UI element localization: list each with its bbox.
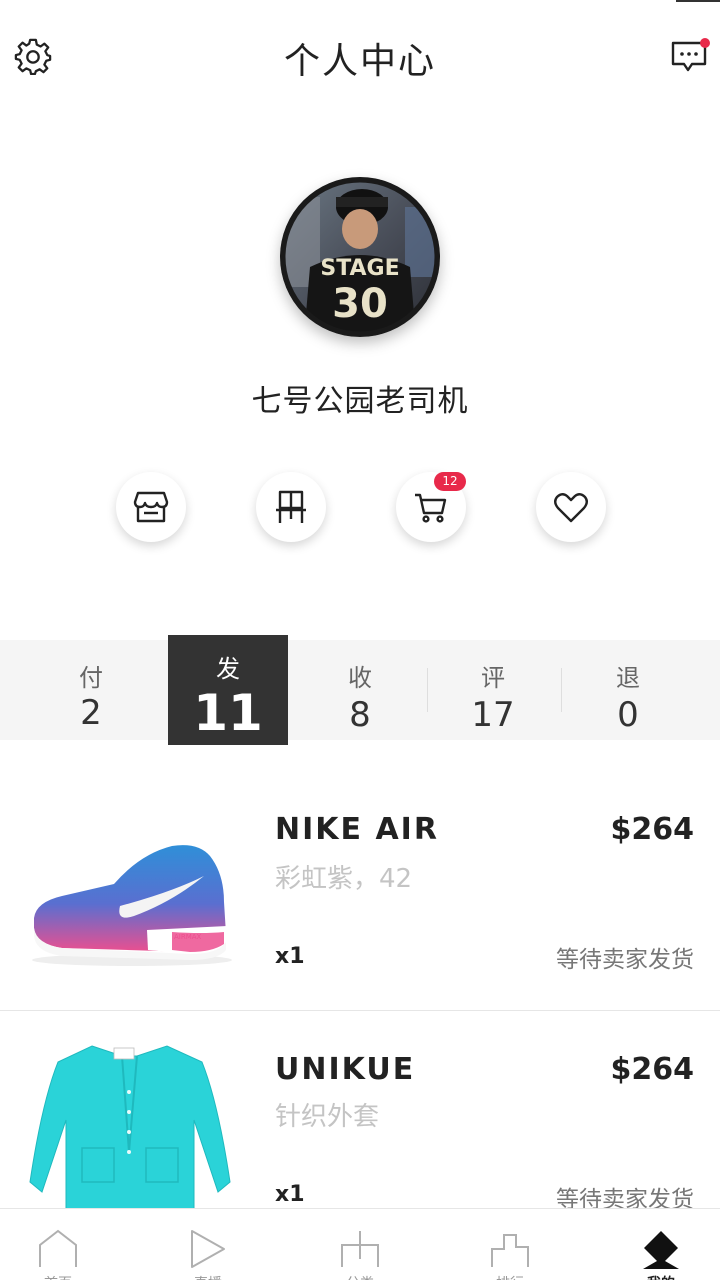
bottom-tab-bar: 首页 直播 分类 排行 我的 bbox=[0, 1208, 720, 1280]
tab-mine[interactable]: 我的 bbox=[611, 1209, 711, 1280]
tab-label: 付 bbox=[79, 664, 103, 692]
username: 七号公园老司机 bbox=[251, 384, 469, 419]
tab-label: 发 bbox=[216, 655, 240, 683]
heart-icon bbox=[554, 493, 588, 523]
tab-to-pay[interactable]: 付 2 bbox=[24, 640, 158, 740]
order-status-tabs: 付 2 收 8 评 17 退 0 bbox=[0, 640, 720, 740]
play-icon bbox=[191, 1230, 225, 1268]
tab-live[interactable]: 直播 bbox=[158, 1209, 258, 1280]
tab-home[interactable]: 首页 bbox=[8, 1209, 108, 1280]
category-icon bbox=[341, 1231, 379, 1267]
order-divider bbox=[0, 1010, 720, 1011]
page-title: 个人中心 bbox=[283, 41, 436, 82]
tab-label: 收 bbox=[348, 664, 372, 692]
tab-label: 排行 bbox=[460, 1273, 560, 1280]
store-icon bbox=[133, 491, 169, 523]
tab-label: 评 bbox=[481, 664, 505, 692]
tab-label: 首页 bbox=[8, 1273, 108, 1280]
tab-label: 分类 bbox=[310, 1273, 410, 1280]
avatar[interactable]: STAGE 30 bbox=[280, 177, 440, 337]
product-brand: NIKE AIR bbox=[275, 812, 439, 847]
profile-diamond-icon bbox=[643, 1231, 679, 1269]
avatar-image: STAGE 30 bbox=[280, 177, 440, 337]
tab-label: 我的 bbox=[611, 1273, 711, 1280]
product-quantity: x1 bbox=[275, 944, 305, 969]
tab-label: 退 bbox=[616, 664, 640, 692]
tab-to-ship[interactable]: 发 11 bbox=[168, 635, 288, 745]
tab-to-receive[interactable]: 收 8 bbox=[293, 640, 427, 740]
order-status: 等待卖家发货 bbox=[556, 947, 694, 973]
tab-count: 11 bbox=[193, 684, 263, 742]
cart-icon bbox=[415, 493, 447, 523]
favorites-button[interactable] bbox=[536, 472, 606, 542]
product-brand: UNIKUE bbox=[275, 1052, 416, 1087]
tab-ranking[interactable]: 排行 bbox=[460, 1209, 560, 1280]
tab-label: 直播 bbox=[158, 1273, 258, 1280]
cart-count-badge: 12 bbox=[434, 472, 466, 491]
tab-count: 17 bbox=[471, 695, 515, 735]
svg-text:AIRMAX: AIRMAX bbox=[174, 933, 202, 941]
home-icon bbox=[39, 1229, 77, 1267]
tab-count: 2 bbox=[80, 693, 102, 733]
product-spec: 彩虹紫，42 bbox=[275, 864, 413, 894]
tab-to-review[interactable]: 评 17 bbox=[426, 640, 560, 740]
tab-count: 8 bbox=[349, 695, 371, 735]
product-price: $264 bbox=[610, 1052, 695, 1087]
tab-refund[interactable]: 退 0 bbox=[561, 640, 695, 740]
store-button[interactable] bbox=[116, 472, 186, 542]
ranking-icon bbox=[491, 1234, 529, 1267]
product-spec: 针织外套 bbox=[275, 1102, 380, 1132]
wardrobe-button[interactable] bbox=[256, 472, 326, 542]
product-price: $264 bbox=[610, 812, 695, 847]
order-item[interactable]: AIRMAX NIKE AIR $264 彩虹紫，42 x1 等待卖家发货 bbox=[0, 770, 720, 1010]
tab-count: 0 bbox=[617, 695, 639, 735]
svg-text:30: 30 bbox=[332, 281, 388, 327]
sweater-image bbox=[29, 1045, 231, 1217]
message-unread-dot bbox=[700, 38, 710, 48]
svg-text:STAGE: STAGE bbox=[320, 256, 399, 281]
sneaker-image: AIRMAX bbox=[32, 845, 232, 966]
tab-category[interactable]: 分类 bbox=[310, 1209, 410, 1280]
product-quantity: x1 bbox=[275, 1182, 305, 1207]
header: 个人中心 bbox=[0, 0, 720, 110]
hanger-icon bbox=[276, 490, 306, 523]
